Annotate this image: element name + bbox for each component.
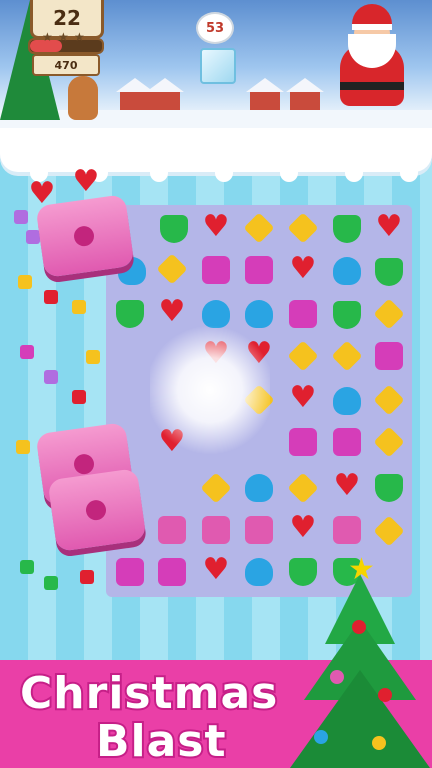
star-icon: ★: [42, 30, 53, 44]
ice-cube-icon: [200, 48, 236, 84]
heart-candy[interactable]: ♥: [289, 254, 317, 284]
pink-block-small[interactable]: [202, 516, 230, 544]
purple-cube-candy[interactable]: [245, 256, 273, 284]
christmas-tree-icon: ★: [290, 552, 432, 768]
heart-candy[interactable]: ♥: [202, 555, 230, 585]
pink-block-small[interactable]: [333, 516, 361, 544]
candy-fragment: [20, 345, 34, 359]
purple-cube-candy[interactable]: [289, 300, 317, 328]
pink-block-large[interactable]: [35, 194, 135, 278]
star-icon: ★: [348, 552, 375, 587]
green-gem-candy[interactable]: [160, 215, 188, 243]
snow-roof: [0, 128, 432, 182]
blue-drop-candy[interactable]: [333, 387, 361, 415]
green-gem-candy[interactable]: [333, 301, 361, 329]
candy-fragment: [86, 350, 100, 364]
green-gem-candy[interactable]: [116, 300, 144, 328]
candy-fragment: [26, 230, 40, 244]
green-gem-candy[interactable]: [333, 215, 361, 243]
heart-candy[interactable]: ♥: [289, 383, 317, 413]
blast-effect: [150, 320, 270, 460]
gingerbread-icon: [68, 76, 98, 120]
ornament: [330, 670, 344, 684]
heart-candy[interactable]: ♥: [375, 212, 403, 242]
purple-cube-candy[interactable]: [289, 428, 317, 456]
blue-drop-candy[interactable]: [333, 257, 361, 285]
candy-fragment: [44, 290, 58, 304]
ornament: [372, 736, 386, 750]
candy-fragment: [72, 390, 86, 404]
heart-candy[interactable]: ♥: [289, 513, 317, 543]
green-gem-candy[interactable]: [375, 258, 403, 286]
star-icon: ★: [58, 30, 69, 44]
candy-fragment: [20, 560, 34, 574]
candy-fragment: [44, 370, 58, 384]
green-gem-candy[interactable]: [375, 474, 403, 502]
ornament: [314, 730, 328, 744]
blue-drop-candy[interactable]: [245, 474, 273, 502]
candy-fragment: [16, 440, 30, 454]
candy-fragment: [18, 275, 32, 289]
purple-cube-candy[interactable]: [116, 558, 144, 586]
santa-icon: [334, 4, 410, 114]
score-display: 470: [32, 54, 100, 76]
candy-fragment: [72, 300, 86, 314]
pink-block-small[interactable]: [245, 516, 273, 544]
candy-fragment: [14, 210, 28, 224]
candy-fragment: [80, 570, 94, 584]
heart-candy[interactable]: ♥: [333, 471, 361, 501]
heart-candy[interactable]: ♥: [72, 167, 100, 197]
candy-fragment: [44, 576, 58, 590]
heart-candy[interactable]: ♥: [202, 212, 230, 242]
title-line-1: Christmas: [18, 666, 279, 721]
ornament: [378, 688, 392, 702]
blue-drop-candy[interactable]: [245, 558, 273, 586]
star-icon: ★: [74, 30, 85, 44]
target-counter: 53: [196, 12, 234, 44]
purple-cube-candy[interactable]: [333, 428, 361, 456]
purple-cube-candy[interactable]: [202, 256, 230, 284]
pink-block-large[interactable]: [47, 468, 147, 552]
ornament: [352, 620, 366, 634]
title-line-2: Blast: [94, 714, 228, 768]
purple-cube-candy[interactable]: [158, 558, 186, 586]
purple-cube-candy[interactable]: [375, 342, 403, 370]
pink-block-small[interactable]: [158, 516, 186, 544]
